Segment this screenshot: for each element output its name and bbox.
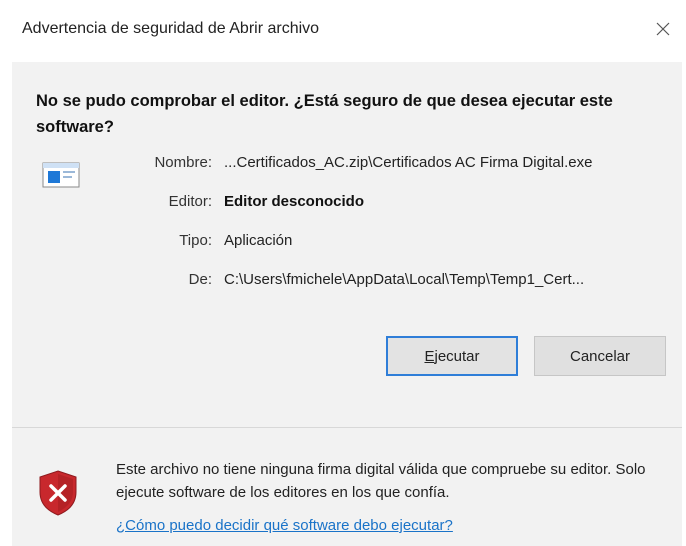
close-button[interactable] [648, 14, 678, 44]
name-label: Nombre: [154, 154, 212, 171]
run-button-mnemonic: E [424, 347, 435, 365]
cancel-button-label: Cancelar [569, 347, 631, 365]
close-icon [656, 22, 670, 36]
dialog-heading: No se pudo comprobar el editor. ¿Está se… [36, 92, 613, 136]
main-panel: No se pudo comprobar el editor. ¿Está se… [12, 62, 682, 427]
from-label: De: [188, 271, 212, 288]
name-value: ...Certificados_AC.zip\Certificados AC F… [224, 154, 593, 171]
publisher-value: Editor desconocido [224, 193, 365, 210]
cancel-button[interactable]: Cancelar [534, 336, 666, 376]
from-value: C:\Users\fmichele\AppData\Local\Temp\Tem… [224, 271, 585, 288]
footer-panel: Este archivo no tiene ninguna firma digi… [12, 428, 682, 546]
window-title: Advertencia de seguridad de Abrir archiv… [22, 20, 320, 37]
title-bar: Advertencia de seguridad de Abrir archiv… [0, 0, 686, 62]
run-button[interactable]: Ejecutar [386, 336, 518, 376]
help-link[interactable]: ¿Cómo puedo decidir qué software debo ej… [116, 517, 453, 534]
type-label: Tipo: [179, 232, 212, 249]
type-value: Aplicación [224, 232, 293, 249]
run-button-label: jecutar [434, 347, 480, 365]
warning-message: Este archivo no tiene ninguna firma digi… [116, 461, 646, 501]
security-warning-dialog: Advertencia de seguridad de Abrir archiv… [0, 0, 686, 546]
security-shield-warning-icon [39, 470, 77, 516]
publisher-label: Editor: [168, 193, 212, 210]
